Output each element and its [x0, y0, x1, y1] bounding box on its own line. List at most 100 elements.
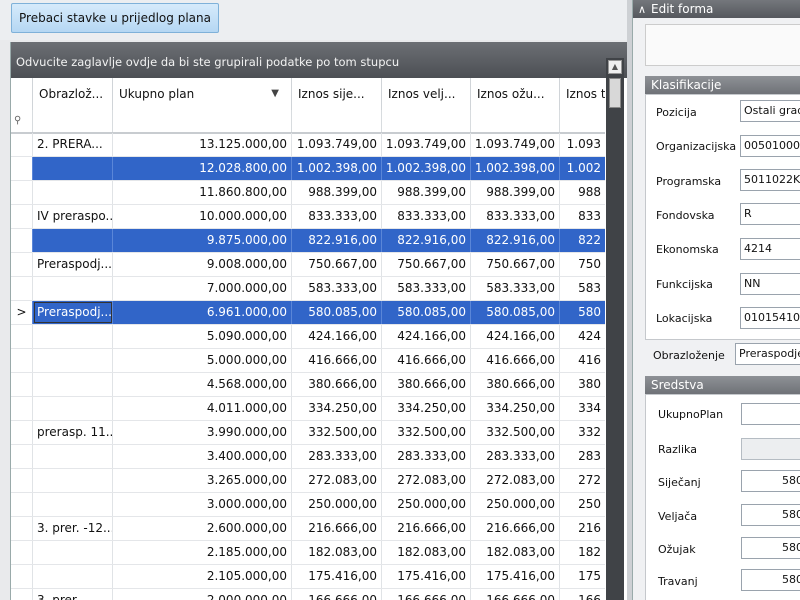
cell-iznos-veljaca[interactable]: 750.667,00: [382, 253, 471, 276]
ekonomska-field[interactable]: 4214: [740, 238, 800, 260]
cell-iznos-travanj[interactable]: 272: [560, 469, 605, 492]
cell-obrazlozenje[interactable]: [33, 373, 113, 396]
edit-form-title-bar[interactable]: ∧ Edit forma: [633, 0, 800, 18]
cell-iznos-sijecanj[interactable]: 175.416,00: [292, 565, 382, 588]
filter-cell[interactable]: [382, 110, 471, 132]
cell-ukupno-plan[interactable]: 3.000.000,00: [113, 493, 292, 516]
scroll-thumb[interactable]: [609, 78, 621, 108]
ozujak-field[interactable]: 580: [741, 537, 800, 559]
cell-obrazlozenje[interactable]: [33, 349, 113, 372]
table-row[interactable]: 9.875.000,00 822.916,00 822.916,00 822.916,…: [11, 229, 605, 253]
cell-iznos-veljaca[interactable]: 424.166,00: [382, 325, 471, 348]
cell-obrazlozenje[interactable]: [33, 229, 113, 252]
column-header-iznos-ozujak[interactable]: Iznos ožu...: [471, 78, 560, 110]
row-indicator[interactable]: [11, 589, 33, 600]
cell-ukupno-plan[interactable]: 9.875.000,00: [113, 229, 292, 252]
cell-iznos-ozujak[interactable]: 332.500,00: [471, 421, 560, 444]
cell-ukupno-plan[interactable]: 3.265.000,00: [113, 469, 292, 492]
cell-iznos-ozujak[interactable]: 750.667,00: [471, 253, 560, 276]
cell-obrazlozenje[interactable]: prerasp. 11...: [33, 421, 113, 444]
column-header-iznos-sijecanj[interactable]: Iznos sije...: [292, 78, 382, 110]
cell-obrazlozenje[interactable]: 2. PRERA...: [33, 133, 113, 156]
row-indicator[interactable]: >: [11, 301, 33, 324]
cell-iznos-sijecanj[interactable]: 380.666,00: [292, 373, 382, 396]
cell-iznos-veljaca[interactable]: 416.666,00: [382, 349, 471, 372]
ukupno-plan-field[interactable]: [741, 403, 800, 425]
cell-obrazlozenje[interactable]: IV preraspo...: [33, 205, 113, 228]
cell-obrazlozenje[interactable]: Preraspodj...: [33, 301, 113, 324]
row-indicator[interactable]: [11, 397, 33, 420]
cell-iznos-travanj[interactable]: 416: [560, 349, 605, 372]
cell-iznos-veljaca[interactable]: 216.666,00: [382, 517, 471, 540]
cell-ukupno-plan[interactable]: 12.028.800,00: [113, 157, 292, 180]
row-indicator[interactable]: [11, 229, 33, 252]
row-indicator[interactable]: [11, 565, 33, 588]
table-row[interactable]: IV preraspo... 10.000.000,00 833.333,00 833…: [11, 205, 605, 229]
table-row[interactable]: 2.105.000,00 175.416,00 175.416,00 175.416,…: [11, 565, 605, 589]
table-row[interactable]: > Preraspodj... 6.961.000,00 580.085,00 580.…: [11, 301, 605, 325]
row-indicator[interactable]: [11, 493, 33, 516]
row-indicator[interactable]: [11, 445, 33, 468]
cell-ukupno-plan[interactable]: 11.860.800,00: [113, 181, 292, 204]
cell-ukupno-plan[interactable]: 2.000.000,00: [113, 589, 292, 600]
cell-iznos-travanj[interactable]: 424: [560, 325, 605, 348]
cell-iznos-sijecanj[interactable]: 216.666,00: [292, 517, 382, 540]
cell-obrazlozenje[interactable]: [33, 493, 113, 516]
veljaca-field[interactable]: 580: [741, 504, 800, 526]
cell-iznos-sijecanj[interactable]: 822.916,00: [292, 229, 382, 252]
cell-iznos-travanj[interactable]: 1.002: [560, 157, 605, 180]
cell-iznos-travanj[interactable]: 822: [560, 229, 605, 252]
table-row[interactable]: 5.000.000,00 416.666,00 416.666,00 416.666,…: [11, 349, 605, 373]
cell-iznos-veljaca[interactable]: 1.002.398,00: [382, 157, 471, 180]
travanj-field[interactable]: 580: [741, 569, 800, 591]
cell-ukupno-plan[interactable]: 13.125.000,00: [113, 133, 292, 156]
cell-ukupno-plan[interactable]: 2.185.000,00: [113, 541, 292, 564]
cell-obrazlozenje[interactable]: [33, 469, 113, 492]
row-indicator[interactable]: [11, 421, 33, 444]
table-row[interactable]: 5.090.000,00 424.166,00 424.166,00 424.166,…: [11, 325, 605, 349]
table-row[interactable]: prerasp. 11... 3.990.000,00 332.500,00 332.…: [11, 421, 605, 445]
row-indicator[interactable]: [11, 517, 33, 540]
cell-iznos-ozujak[interactable]: 272.083,00: [471, 469, 560, 492]
cell-iznos-travanj[interactable]: 580: [560, 301, 605, 324]
column-header-iznos-veljaca[interactable]: Iznos velj...: [382, 78, 471, 110]
cell-obrazlozenje[interactable]: [33, 445, 113, 468]
cell-iznos-sijecanj[interactable]: 583.333,00: [292, 277, 382, 300]
cell-iznos-travanj[interactable]: 1.093: [560, 133, 605, 156]
cell-ukupno-plan[interactable]: 10.000.000,00: [113, 205, 292, 228]
funkcijska-field[interactable]: NN: [740, 273, 800, 295]
cell-iznos-sijecanj[interactable]: 166.666,00: [292, 589, 382, 600]
cell-iznos-travanj[interactable]: 988: [560, 181, 605, 204]
table-row[interactable]: 4.568.000,00 380.666,00 380.666,00 380.666,…: [11, 373, 605, 397]
cell-iznos-veljaca[interactable]: 380.666,00: [382, 373, 471, 396]
cell-iznos-travanj[interactable]: 380: [560, 373, 605, 396]
cell-iznos-veljaca[interactable]: 580.085,00: [382, 301, 471, 324]
cell-iznos-ozujak[interactable]: 166.666,00: [471, 589, 560, 600]
table-row[interactable]: 2.185.000,00 182.083,00 182.083,00 182.083,…: [11, 541, 605, 565]
cell-ukupno-plan[interactable]: 7.000.000,00: [113, 277, 292, 300]
row-indicator[interactable]: [11, 277, 33, 300]
programska-field[interactable]: 5011022K02: [740, 169, 800, 191]
cell-iznos-ozujak[interactable]: 1.002.398,00: [471, 157, 560, 180]
cell-obrazlozenje[interactable]: 3. prer. -12...: [33, 517, 113, 540]
table-row[interactable]: 12.028.800,00 1.002.398,00 1.002.398,00 1.0…: [11, 157, 605, 181]
table-row[interactable]: 7.000.000,00 583.333,00 583.333,00 583.333,…: [11, 277, 605, 301]
row-indicator[interactable]: [11, 157, 33, 180]
cell-iznos-ozujak[interactable]: 175.416,00: [471, 565, 560, 588]
obrazlozenje-field[interactable]: Preraspodje: [735, 343, 800, 365]
cell-ukupno-plan[interactable]: 4.011.000,00: [113, 397, 292, 420]
cell-ukupno-plan[interactable]: 5.090.000,00: [113, 325, 292, 348]
table-row[interactable]: 3.000.000,00 250.000,00 250.000,00 250.000,…: [11, 493, 605, 517]
cell-iznos-veljaca[interactable]: 1.093.749,00: [382, 133, 471, 156]
cell-iznos-ozujak[interactable]: 216.666,00: [471, 517, 560, 540]
cell-iznos-sijecanj[interactable]: 283.333,00: [292, 445, 382, 468]
table-row[interactable]: 4.011.000,00 334.250,00 334.250,00 334.250,…: [11, 397, 605, 421]
cell-iznos-travanj[interactable]: 250: [560, 493, 605, 516]
cell-iznos-veljaca[interactable]: 332.500,00: [382, 421, 471, 444]
cell-obrazlozenje[interactable]: [33, 541, 113, 564]
row-indicator[interactable]: [11, 181, 33, 204]
group-by-panel[interactable]: Odvucite zaglavlje ovdje da bi ste grupi…: [11, 42, 627, 78]
cell-iznos-veljaca[interactable]: 182.083,00: [382, 541, 471, 564]
cell-iznos-ozujak[interactable]: 1.093.749,00: [471, 133, 560, 156]
cell-iznos-veljaca[interactable]: 166.666,00: [382, 589, 471, 600]
